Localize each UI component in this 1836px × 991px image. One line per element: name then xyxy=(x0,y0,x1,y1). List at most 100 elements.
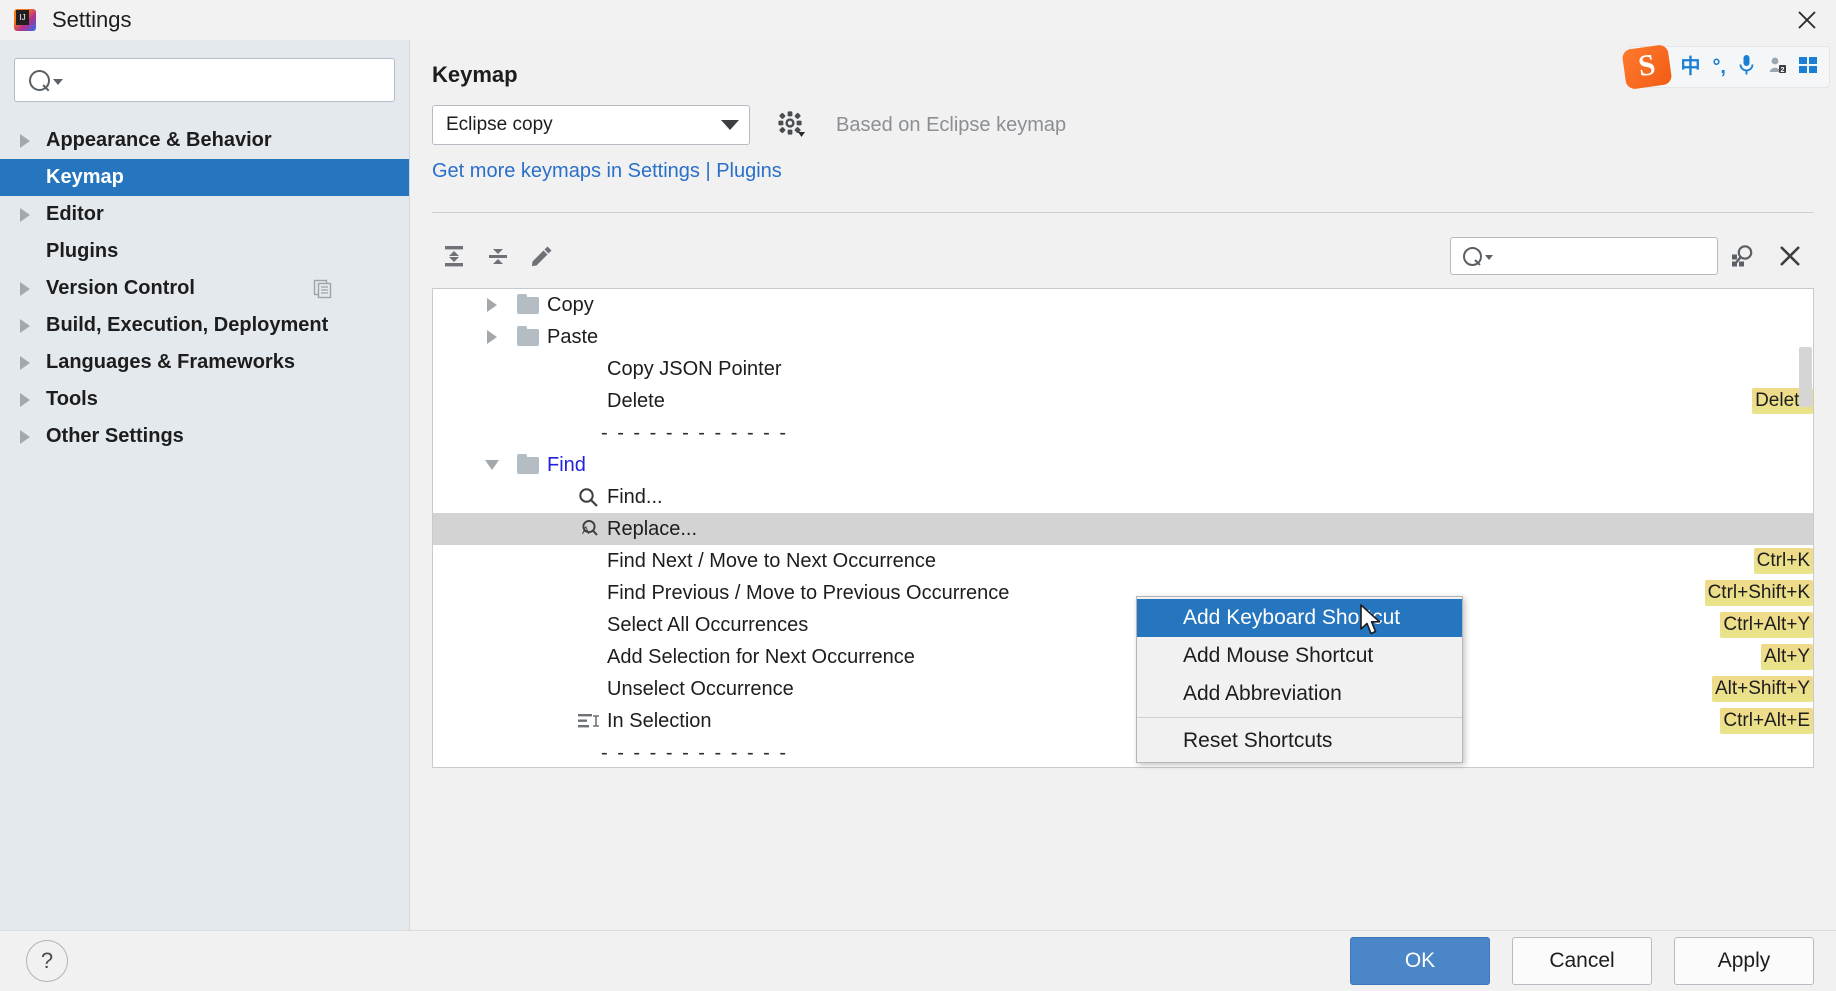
sidebar-item-label: Other Settings xyxy=(46,425,184,448)
menu-separator xyxy=(1137,717,1462,718)
shortcut-badge: Ctrl+Shift+K xyxy=(1705,580,1813,606)
sidebar-item-label: Languages & Frameworks xyxy=(46,351,295,374)
tree-row[interactable]: Copy JSON Pointer xyxy=(433,353,1813,385)
sidebar-item-plugins[interactable]: Plugins xyxy=(0,233,409,270)
tree-row[interactable]: Add Selection for Next Occurrence Alt+Y xyxy=(433,641,1813,673)
tree-row[interactable]: Unselect OccurrenceAlt+Shift+Y xyxy=(433,673,1813,705)
tree-row-label: Select All Occurrences xyxy=(607,614,808,637)
page-title: Keymap xyxy=(432,62,518,88)
ok-button[interactable]: OK xyxy=(1350,937,1490,985)
keymap-select-value: Eclipse copy xyxy=(446,114,721,136)
shortcut-badge: Ctrl+K xyxy=(1754,548,1813,574)
get-more-keymaps-link[interactable]: Get more keymaps in Settings | Plugins xyxy=(432,160,782,183)
chevron-down-icon xyxy=(1485,255,1493,260)
apply-button[interactable]: Apply xyxy=(1674,937,1814,985)
tree-row-label: Add Selection for Next Occurrence xyxy=(607,646,915,669)
sidebar-item-label: Version Control xyxy=(46,277,195,300)
menu-item-add-mouse-shortcut[interactable]: Add Mouse Shortcut xyxy=(1137,637,1462,675)
sidebar-item-tools[interactable]: Tools xyxy=(0,381,409,418)
settings-sidebar: Appearance & BehaviorKeymapEditor Plugins… xyxy=(0,40,410,930)
tree-row-label: In Selection xyxy=(607,710,712,733)
chevron-right-icon[interactable] xyxy=(481,298,503,312)
shortcut-badge: Alt+Y xyxy=(1761,644,1813,670)
tree-row[interactable]: Paste xyxy=(433,321,1813,353)
microphone-icon[interactable] xyxy=(1738,54,1755,80)
user-account-icon[interactable]: 2 xyxy=(1767,55,1787,79)
tree-row[interactable]: Find xyxy=(433,449,1813,481)
svg-text:A: A xyxy=(582,525,590,537)
search-icon xyxy=(29,70,50,91)
tree-scrollbar[interactable] xyxy=(1799,347,1812,407)
chevron-right-icon[interactable] xyxy=(481,330,503,344)
keymap-search-input[interactable] xyxy=(1450,237,1718,275)
menu-item-reset-shortcuts[interactable]: Reset Shortcuts xyxy=(1137,722,1462,760)
sidebar-item-appearance-behavior[interactable]: Appearance & Behavior xyxy=(0,122,409,159)
pencil-edit-icon[interactable] xyxy=(520,236,564,276)
sidebar-item-label: Tools xyxy=(46,388,98,411)
tree-row-label: Paste xyxy=(547,326,598,349)
chevron-down-icon xyxy=(53,79,63,85)
sidebar-item-build-execution-deployment[interactable]: Build, Execution, Deployment xyxy=(0,307,409,344)
svg-text:2: 2 xyxy=(1781,67,1785,74)
punctuation-icon[interactable]: °, xyxy=(1712,57,1726,77)
chevron-right-icon[interactable] xyxy=(20,393,40,407)
folder-icon xyxy=(517,329,539,346)
find-by-shortcut-icon[interactable] xyxy=(1718,236,1766,276)
tree-row-label: Find... xyxy=(607,486,663,509)
separator-dashes: - - - - - - - - - - - - xyxy=(601,422,788,445)
chevron-right-icon[interactable] xyxy=(20,282,40,296)
tree-row-label: Find xyxy=(547,454,586,477)
tree-row[interactable]: Find Next / Move to Next OccurrenceCtrl+… xyxy=(433,545,1813,577)
tree-row[interactable]: A Replace... xyxy=(433,513,1813,545)
close-icon[interactable] xyxy=(1766,236,1814,276)
chevron-right-icon[interactable] xyxy=(20,430,40,444)
tree-separator-row: - - - - - - - - - - - - xyxy=(433,417,1813,449)
sidebar-item-keymap[interactable]: Keymap xyxy=(0,159,409,196)
tree-row[interactable]: Find Previous / Move to Previous Occurre… xyxy=(433,577,1813,609)
menu-item-add-abbreviation[interactable]: Add Abbreviation xyxy=(1137,675,1462,713)
collapse-all-icon[interactable] xyxy=(476,236,520,276)
tree-row-label: Copy JSON Pointer xyxy=(607,358,782,381)
sogou-logo-icon: S xyxy=(1622,44,1673,90)
tree-row[interactable]: In SelectionCtrl+Alt+E xyxy=(433,705,1813,737)
chevron-right-icon[interactable] xyxy=(20,208,40,222)
help-button[interactable]: ? xyxy=(26,940,68,982)
tree-row[interactable]: Find... xyxy=(433,481,1813,513)
sidebar-item-other-settings[interactable]: Other Settings xyxy=(0,418,409,455)
expand-all-icon[interactable] xyxy=(432,236,476,276)
toolbox-grid-icon[interactable] xyxy=(1799,55,1821,79)
tree-row[interactable]: Copy xyxy=(433,289,1813,321)
keymap-tree[interactable]: Copy Paste Copy JSON Pointer DeleteDelete - … xyxy=(432,288,1814,768)
cancel-button[interactable]: Cancel xyxy=(1512,937,1652,985)
tree-row[interactable]: Select All OccurrencesCtrl+Alt+Y xyxy=(433,609,1813,641)
gear-icon[interactable] xyxy=(776,110,806,140)
close-icon[interactable] xyxy=(1778,0,1836,40)
sidebar-item-label: Plugins xyxy=(46,240,118,263)
chevron-down-icon[interactable] xyxy=(481,460,503,470)
separator-dashes: - - - - - - - - - - - - xyxy=(601,742,788,765)
menu-item-add-keyboard-shortcut[interactable]: Add Keyboard Shortcut xyxy=(1137,599,1462,637)
chevron-right-icon[interactable] xyxy=(20,356,40,370)
chevron-down-icon xyxy=(721,120,739,130)
keymap-tree-toolbar xyxy=(432,230,1814,282)
chinese-mode-icon[interactable]: 中 xyxy=(1680,57,1700,77)
dialog-body: Appearance & BehaviorKeymapEditorPlugins… xyxy=(0,40,1836,930)
dialog-footer: ? OK Cancel Apply xyxy=(0,930,1836,991)
keymap-select[interactable]: Eclipse copy xyxy=(432,105,750,145)
keymap-tree-rows: Copy Paste Copy JSON Pointer DeleteDelete - … xyxy=(433,289,1813,768)
tree-row-label: Unselect Occurrence xyxy=(607,678,794,701)
intellij-idea-icon xyxy=(14,9,36,31)
sidebar-item-editor[interactable]: Editor xyxy=(0,196,409,233)
folder-icon xyxy=(517,457,539,474)
sidebar-item-version-control[interactable]: Version Control xyxy=(0,270,409,307)
in-selection-icon xyxy=(575,711,601,731)
chevron-right-icon[interactable] xyxy=(20,134,40,148)
sidebar-item-languages-frameworks[interactable]: Languages & Frameworks xyxy=(0,344,409,381)
chevron-right-icon[interactable] xyxy=(20,319,40,333)
keymap-selector-row: Eclipse copy xyxy=(432,105,1066,145)
tree-row-label: Replace... xyxy=(607,518,697,541)
keymap-panel: Keymap S 中 °, 2 Eclipse copy xyxy=(410,40,1836,930)
tree-row[interactable]: DeleteDelete xyxy=(433,385,1813,417)
tree-row-label: Delete xyxy=(607,390,665,413)
sidebar-search-input[interactable] xyxy=(14,58,395,102)
